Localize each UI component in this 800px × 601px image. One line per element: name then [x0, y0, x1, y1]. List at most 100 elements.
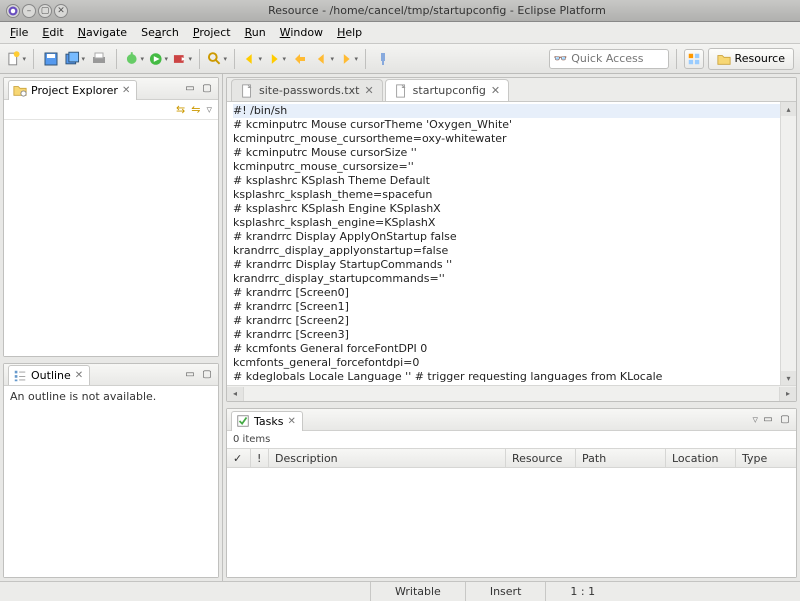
outline-title: Outline: [31, 369, 71, 382]
annotation-prev-button[interactable]: [242, 49, 262, 69]
maximize-view-button[interactable]: ▢: [778, 413, 792, 427]
scroll-left-button[interactable]: ◂: [227, 387, 243, 401]
outline-body: An outline is not available.: [4, 386, 218, 577]
tasks-col-path[interactable]: Path: [576, 449, 666, 467]
menu-window[interactable]: Window: [274, 24, 329, 41]
project-explorer-body[interactable]: [4, 120, 218, 356]
tasks-col-location[interactable]: Location: [666, 449, 736, 467]
editor-tab-site-passwords[interactable]: site-passwords.txt ✕: [231, 79, 383, 101]
outline-icon: [13, 369, 27, 383]
left-column: Project Explorer ✕ ▭ ▢ ⇆ ⇋ ▿ Outline: [0, 74, 223, 581]
app-menu-button[interactable]: [6, 4, 20, 18]
maximize-view-button[interactable]: ▢: [200, 82, 214, 96]
editor-tab-bar: site-passwords.txt ✕ startupconfig ✕: [227, 78, 796, 102]
close-icon[interactable]: ✕: [75, 370, 83, 381]
horizontal-scrollbar[interactable]: ◂ ▸: [227, 385, 796, 401]
maximize-view-button[interactable]: ▢: [200, 367, 214, 381]
binoculars-icon: 👓: [554, 52, 568, 65]
quick-access-input[interactable]: [571, 52, 663, 65]
open-perspective-button[interactable]: [684, 49, 704, 69]
debug-button[interactable]: [124, 49, 144, 69]
menubar: File Edit Navigate Search Project Run Wi…: [0, 22, 800, 44]
perspective-resource[interactable]: Resource: [708, 48, 794, 70]
project-explorer-icon: [13, 83, 27, 97]
maximize-button[interactable]: ▢: [38, 4, 52, 18]
editor-area: site-passwords.txt ✕ startupconfig ✕ #! …: [226, 77, 797, 402]
file-icon: [394, 84, 408, 98]
tasks-col-resource[interactable]: Resource: [506, 449, 576, 467]
minimize-button[interactable]: –: [22, 4, 36, 18]
center-column: site-passwords.txt ✕ startupconfig ✕ #! …: [223, 74, 800, 581]
file-icon: [240, 84, 254, 98]
outline-empty-text: An outline is not available.: [10, 390, 156, 403]
last-edit-button[interactable]: [290, 49, 310, 69]
main-toolbar: 👓 Resource: [0, 44, 800, 74]
close-icon[interactable]: ✕: [122, 85, 130, 96]
status-spacer: [0, 582, 370, 601]
close-button[interactable]: ✕: [54, 4, 68, 18]
save-all-button[interactable]: [65, 49, 85, 69]
workarea: Project Explorer ✕ ▭ ▢ ⇆ ⇋ ▿ Outline: [0, 74, 800, 581]
editor-tab-label: site-passwords.txt: [259, 84, 359, 97]
pin-button[interactable]: [373, 49, 393, 69]
minimize-view-button[interactable]: ▭: [761, 413, 775, 427]
minimize-view-button[interactable]: ▭: [183, 367, 197, 381]
menu-file[interactable]: File: [4, 24, 34, 41]
outline-view: Outline ✕ ▭ ▢ An outline is not availabl…: [3, 363, 219, 578]
editor-tab-label: startupconfig: [413, 84, 486, 97]
scroll-right-button[interactable]: ▸: [780, 387, 796, 401]
tasks-title: Tasks: [254, 415, 283, 428]
editor-tab-startupconfig[interactable]: startupconfig ✕: [385, 79, 509, 101]
tasks-count: 0 items: [227, 431, 796, 448]
project-explorer-tab[interactable]: Project Explorer ✕: [8, 80, 137, 100]
quick-access[interactable]: 👓: [549, 49, 669, 69]
tasks-col-type[interactable]: Type: [736, 449, 796, 467]
close-icon[interactable]: ✕: [491, 84, 500, 97]
tasks-icon: [236, 414, 250, 428]
print-button[interactable]: [89, 49, 109, 69]
vertical-scrollbar[interactable]: ▴ ▾: [780, 102, 796, 385]
link-editor-icon[interactable]: ⇋: [191, 103, 200, 116]
project-explorer-view: Project Explorer ✕ ▭ ▢ ⇆ ⇋ ▿: [3, 77, 219, 357]
folder-icon: [717, 52, 731, 66]
tasks-column-headers: ✓ ! Description Resource Path Location T…: [227, 448, 796, 468]
close-icon[interactable]: ✕: [287, 416, 295, 427]
external-tools-button[interactable]: [172, 49, 192, 69]
run-button[interactable]: [148, 49, 168, 69]
menu-run[interactable]: Run: [239, 24, 272, 41]
nav-forward-button[interactable]: [338, 49, 358, 69]
menu-project[interactable]: Project: [187, 24, 237, 41]
collapse-all-icon[interactable]: ⇆: [176, 103, 185, 116]
annotation-next-button[interactable]: [266, 49, 286, 69]
outline-tab[interactable]: Outline ✕: [8, 365, 90, 385]
menu-help[interactable]: Help: [331, 24, 368, 41]
menu-navigate[interactable]: Navigate: [72, 24, 133, 41]
search-button[interactable]: [207, 49, 227, 69]
project-explorer-title: Project Explorer: [31, 84, 118, 97]
close-icon[interactable]: ✕: [364, 84, 373, 97]
status-bar: Writable Insert 1 : 1: [0, 581, 800, 601]
tasks-col-description[interactable]: Description: [269, 449, 506, 467]
perspective-label: Resource: [735, 52, 785, 65]
tasks-tab[interactable]: Tasks ✕: [231, 411, 303, 431]
tasks-view: Tasks ✕ ▿ ▭ ▢ 0 items ✓ ! Description Re…: [226, 408, 797, 578]
status-position: 1 : 1: [545, 582, 619, 601]
window-title: Resource - /home/cancel/tmp/startupconfi…: [74, 4, 800, 17]
status-writable: Writable: [370, 582, 465, 601]
view-menu-icon[interactable]: ▿: [752, 413, 758, 426]
tasks-col-priority[interactable]: !: [251, 449, 269, 467]
minimize-view-button[interactable]: ▭: [183, 82, 197, 96]
menu-search[interactable]: Search: [135, 24, 185, 41]
status-insert: Insert: [465, 582, 546, 601]
tasks-body[interactable]: [227, 468, 796, 577]
scroll-down-button[interactable]: ▾: [781, 371, 796, 385]
new-button[interactable]: [6, 49, 26, 69]
menu-edit[interactable]: Edit: [36, 24, 69, 41]
tasks-col-complete[interactable]: ✓: [227, 449, 251, 467]
window-titlebar: – ▢ ✕ Resource - /home/cancel/tmp/startu…: [0, 0, 800, 22]
save-button[interactable]: [41, 49, 61, 69]
scroll-up-button[interactable]: ▴: [781, 102, 796, 116]
editor-text[interactable]: #! /bin/sh# kcminputrc Mouse cursorTheme…: [227, 102, 796, 385]
view-menu-icon[interactable]: ▿: [206, 103, 212, 116]
nav-back-button[interactable]: [314, 49, 334, 69]
